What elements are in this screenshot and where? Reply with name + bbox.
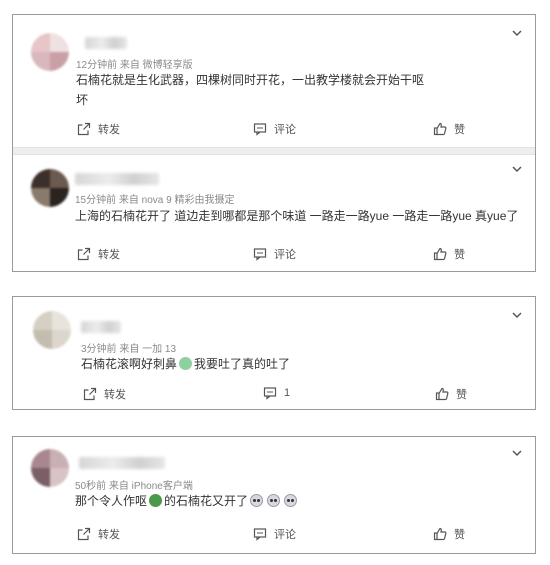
thumbs-up-icon [433,527,447,541]
comment-meta: 50秒前 来自 iPhone客户端 [75,481,193,492]
comment-item-3: 3分钟前 来自 一加 13 石楠花滚啊好刺鼻 我要吐了真的吐了 转发 1 赞 [13,297,535,409]
nauseated-face-icon [149,494,163,507]
like-label: 赞 [454,124,465,136]
comment-meta: 15分钟前 来自 nova 9 精彩由我摄定 [75,195,235,206]
repost-label: 转发 [98,529,120,541]
avatar[interactable] [31,169,69,207]
comment-count: 1 [284,387,291,399]
comment-text-part: 我要吐了真的吐了 [194,357,291,371]
sick-face-icon [179,357,193,370]
chevron-down-icon[interactable] [511,309,523,321]
like-button[interactable]: 赞 [433,526,465,542]
comment-card-3: 50秒前 来自 iPhone客户端 那个令人作呕 的石楠花又开了 转发 评论 赞 [12,436,536,554]
share-icon [77,527,91,541]
comment-item-2: 15分钟前 来自 nova 9 精彩由我摄定 上海的石楠花开了 道边走到哪都是那… [13,155,535,273]
repost-label: 转发 [98,124,120,136]
action-bar: 转发 评论 赞 [13,526,535,544]
comment-text: 上海的石楠花开了 道边走到哪都是那个味道 一路走一路yue 一路走一路yue 真… [75,206,525,226]
username-blurred[interactable] [81,321,121,333]
comment-item-4: 50秒前 来自 iPhone客户端 那个令人作呕 的石楠花又开了 转发 评论 赞 [13,437,535,553]
comment-label: 评论 [274,249,296,261]
comment-meta: 3分钟前 来自 一加 13 [81,344,177,355]
chevron-down-icon[interactable] [511,447,523,459]
comment-card-2: 3分钟前 来自 一加 13 石楠花滚啊好刺鼻 我要吐了真的吐了 转发 1 赞 [12,296,536,410]
comment-text: 石楠花就是生化武器，四棵树同时开花，一出教学楼就会开始干呕 坏 [76,70,496,110]
comment-text-part: 那个令人作呕 [75,494,148,508]
comment-button[interactable]: 1 [263,386,290,400]
like-button[interactable]: 赞 [435,386,467,402]
chevron-down-icon[interactable] [511,163,523,175]
avatar[interactable] [31,449,69,487]
comment-item-1: 12分钟前 来自 微博轻享版 石楠花就是生化武器，四棵树同时开花，一出教学楼就会… [13,15,535,147]
thumbs-up-icon [433,122,447,136]
share-icon [77,247,91,261]
comment-icon [263,387,277,400]
thumbs-up-icon [433,247,447,261]
comment-button[interactable]: 评论 [253,246,296,262]
comment-text-part: 石楠花滚啊好刺鼻 [81,357,178,371]
like-label: 赞 [456,389,467,401]
comment-text-line: 上海的石楠花开了 道边走到哪都是那个味道 一路走一路yue 一路走一路yue 真… [75,209,519,223]
repost-button[interactable]: 转发 [77,246,120,262]
comment-meta: 12分钟前 来自 微博轻享版 [76,60,193,71]
comment-card-1: 12分钟前 来自 微博轻享版 石楠花就是生化武器，四棵树同时开花，一出教学楼就会… [12,14,536,272]
comment-button[interactable]: 评论 [253,526,296,542]
comment-text: 石楠花滚啊好刺鼻 我要吐了真的吐了 [81,354,521,374]
repost-button[interactable]: 转发 [77,121,120,137]
like-button[interactable]: 赞 [433,246,465,262]
action-bar: 转发 评论 赞 [13,246,535,264]
comment-icon [253,248,267,261]
comment-label: 评论 [274,529,296,541]
repost-label: 转发 [104,389,126,401]
repost-button[interactable]: 转发 [77,526,120,542]
comment-icon [253,123,267,136]
comment-label: 评论 [274,124,296,136]
like-label: 赞 [454,249,465,261]
comment-text: 那个令人作呕 的石楠花又开了 [75,491,515,511]
avatar[interactable] [33,311,71,349]
avatar[interactable] [31,33,69,71]
comment-text-line: 坏 [76,93,89,107]
like-label: 赞 [454,529,465,541]
comment-button[interactable]: 评论 [253,121,296,137]
face-icon [267,494,281,507]
comment-icon [253,528,267,541]
face-icon [250,494,264,507]
divider [13,147,535,155]
action-bar: 转发 1 赞 [13,386,535,404]
like-button[interactable]: 赞 [433,121,465,137]
share-icon [77,122,91,136]
face-icon [284,494,298,507]
thumbs-up-icon [435,387,449,401]
repost-label: 转发 [98,249,120,261]
comment-text-line: 石楠花就是生化武器，四棵树同时开花，一出教学楼就会开始干呕 [76,73,425,87]
chevron-down-icon[interactable] [511,27,523,39]
action-bar: 转发 评论 赞 [13,121,535,139]
comment-text-part: 的石楠花又开了 [164,494,249,508]
repost-button[interactable]: 转发 [83,386,126,402]
username-blurred[interactable] [75,173,159,185]
username-blurred[interactable] [85,37,127,49]
share-icon [83,387,97,401]
username-blurred[interactable] [79,457,165,469]
